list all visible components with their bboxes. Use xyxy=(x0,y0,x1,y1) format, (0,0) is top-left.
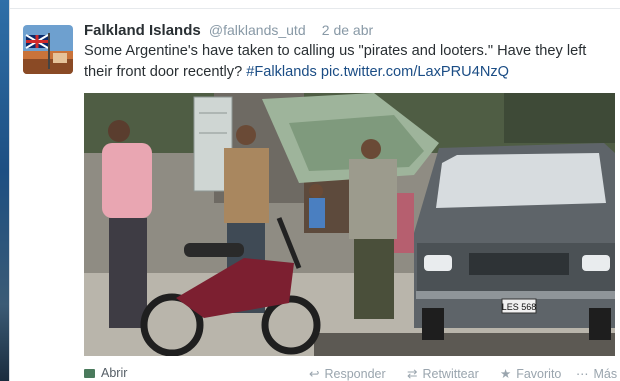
star-icon: ★ xyxy=(500,367,512,381)
tweet-actions: Abrir ↩ Responder ⇄ Retwittear ★ Favorito ⋯… xyxy=(84,366,617,381)
more-label: Más xyxy=(593,367,618,381)
retweet-label: Retwittear xyxy=(422,367,479,381)
background-edge xyxy=(0,0,9,381)
retweet-icon: ⇄ xyxy=(407,367,418,381)
tweet-header: Falkland Islands @falklands_utd 2 de abr xyxy=(84,22,373,39)
display-name[interactable]: Falkland Islands xyxy=(84,22,201,39)
divider xyxy=(10,8,620,9)
tweet-text: Some Argentine's have taken to calling u… xyxy=(84,41,614,83)
tweet-card[interactable]: Falkland Islands @falklands_utd 2 de abr… xyxy=(9,0,620,381)
favorite-button[interactable]: ★ Favorito xyxy=(500,366,561,381)
photo-icon xyxy=(84,369,95,379)
more-button[interactable]: ⋯ Más xyxy=(576,366,617,381)
license-plate: LES 568 xyxy=(502,302,537,312)
open-link[interactable]: Abrir xyxy=(84,366,127,380)
reply-label: Responder xyxy=(324,367,386,381)
favorite-label: Favorito xyxy=(516,367,562,381)
tweet-photo[interactable]: LES 568 xyxy=(84,93,615,356)
reply-icon: ↩ xyxy=(309,367,320,381)
pic-link[interactable]: pic.twitter.com/LaxPRU4NzQ xyxy=(321,64,509,80)
more-dots-icon: ⋯ xyxy=(576,367,589,381)
open-label: Abrir xyxy=(101,366,128,380)
hashtag-link[interactable]: #Falklands xyxy=(246,64,317,80)
timestamp[interactable]: 2 de abr xyxy=(322,22,373,38)
reply-button[interactable]: ↩ Responder xyxy=(309,366,386,381)
avatar[interactable] xyxy=(23,25,73,74)
retweet-button[interactable]: ⇄ Retwittear xyxy=(407,366,479,381)
handle[interactable]: @falklands_utd xyxy=(209,22,306,38)
